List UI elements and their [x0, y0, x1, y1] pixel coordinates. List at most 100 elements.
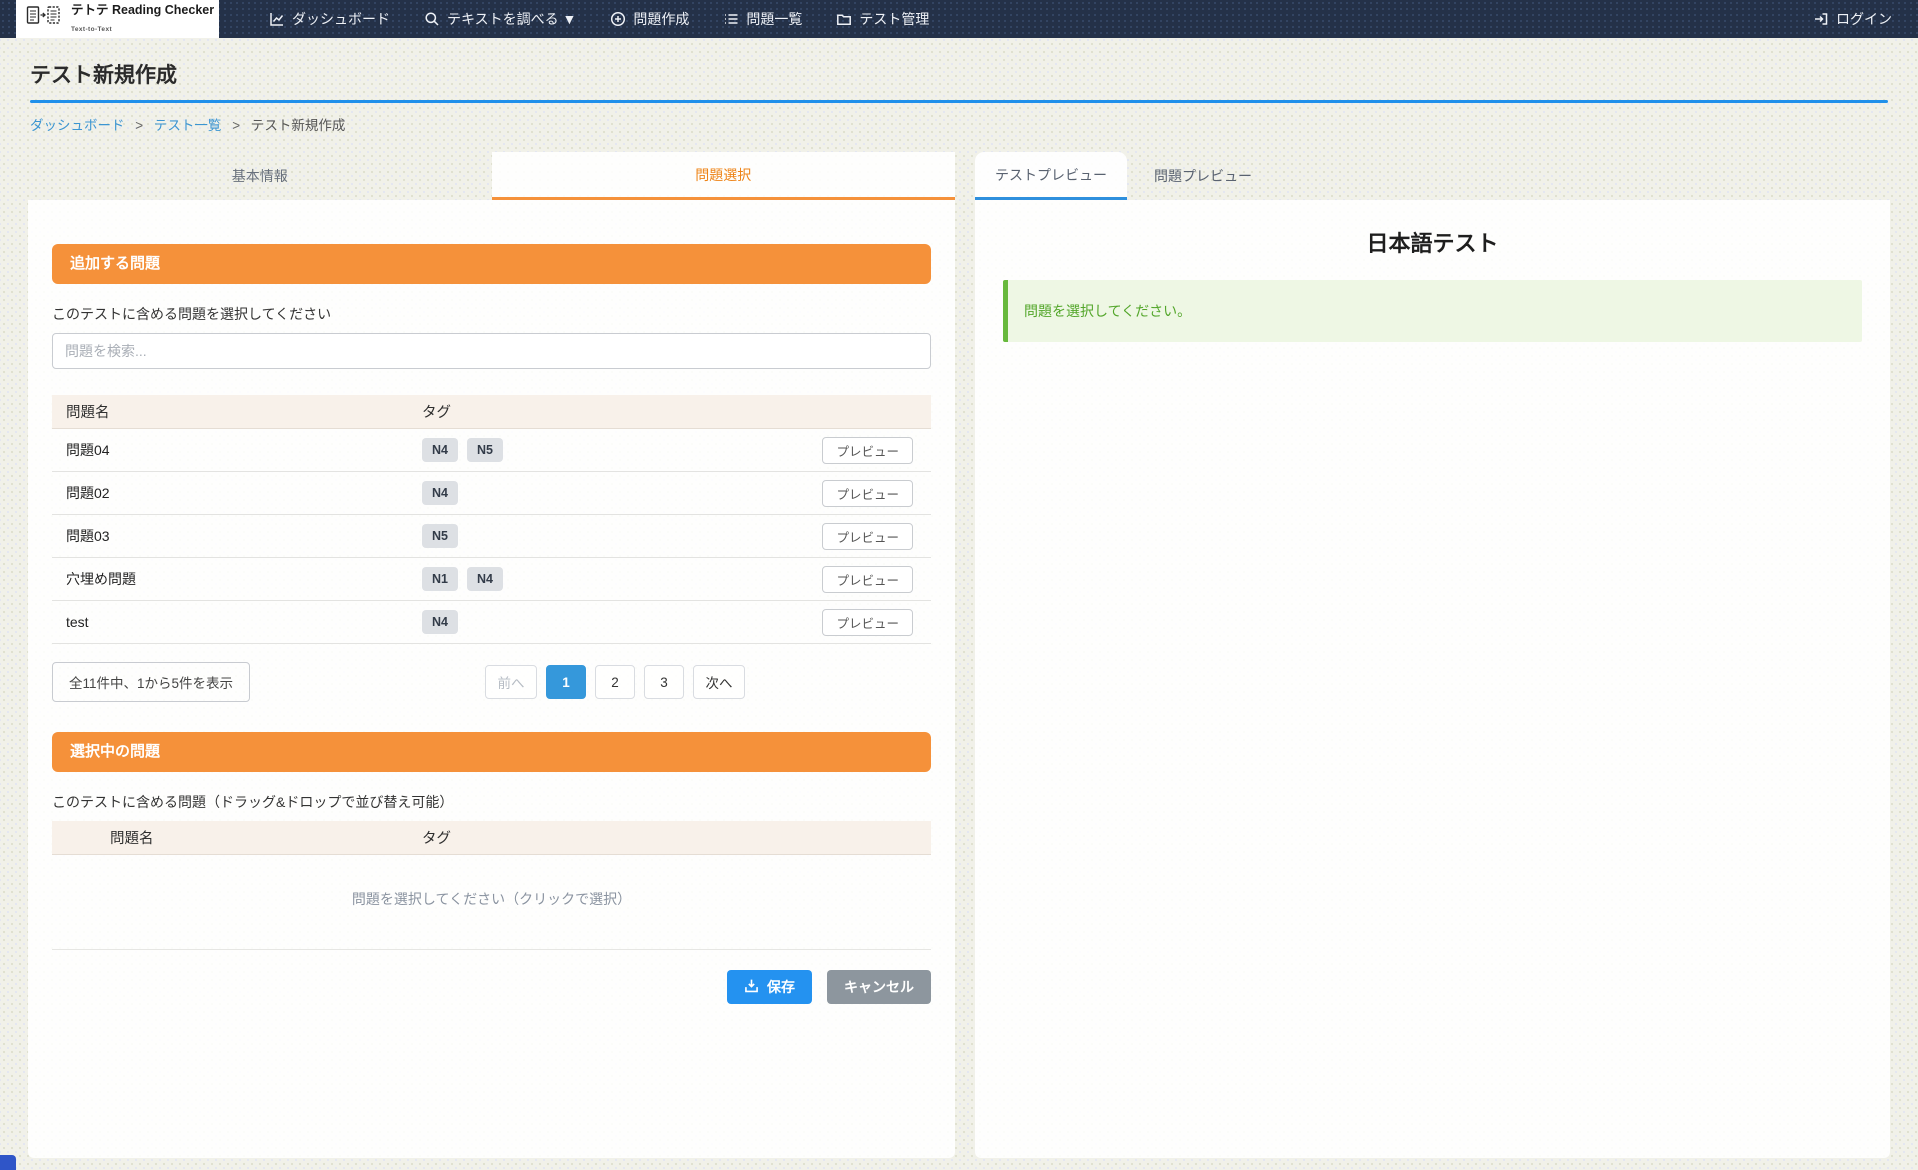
problem-tags: N1 N4 [422, 567, 822, 591]
breadcrumb-separator: > [232, 118, 240, 133]
nav-items: ダッシュボード テキストを調べる ▼ 問題作成 [269, 0, 929, 38]
nav-item-label: 問題作成 [633, 9, 689, 29]
navbar: テトテ Reading Checker Text-to-Text ダッシュボード [0, 0, 1918, 38]
selected-empty-message: 問題を選択してください（クリックで選択） [52, 855, 931, 949]
tag-badge: N4 [467, 567, 503, 591]
problem-table-body: 問題04N4N5プレビュー問題02N4プレビュー問題03N5プレビュー穴埋め問題… [52, 429, 931, 644]
problem-table-header: 問題名 タグ [52, 395, 931, 429]
folder-icon [836, 11, 852, 27]
content-columns: 基本情報 問題選択 追加する問題 このテストに含める問題を選択してください 問題… [0, 152, 1918, 1158]
add-problems-instruction: このテストに含める問題を選択してください [52, 304, 931, 324]
breadcrumb: ダッシュボード > テスト一覧 > テスト新規作成 [30, 114, 1888, 134]
form-actions: 保存 キャンセル [52, 970, 931, 1004]
nav-item-label: テキストを調べる ▼ [447, 9, 576, 29]
problem-tags: N4 [422, 481, 822, 505]
problem-tags: N4 [422, 610, 822, 634]
table-row[interactable]: 穴埋め問題N1 N4 プレビュー [52, 558, 931, 601]
save-label: 保存 [767, 977, 795, 997]
pagination-prev-button[interactable]: 前へ [485, 665, 537, 699]
nav-item-dashboard[interactable]: ダッシュボード [269, 9, 390, 29]
cancel-button[interactable]: キャンセル [827, 970, 931, 1004]
save-button[interactable]: 保存 [727, 970, 812, 1004]
preview-tabs: テストプレビュー 問題プレビュー [975, 152, 1890, 200]
test-editor-panel: 基本情報 問題選択 追加する問題 このテストに含める問題を選択してください 問題… [28, 152, 955, 1158]
chart-icon [269, 11, 285, 27]
test-preview-card: 日本語テスト 問題を選択してください。 [975, 200, 1890, 1158]
column-header-name: 問題名 [52, 401, 422, 422]
page-title: テスト新規作成 [30, 59, 1888, 89]
problem-name: 問題03 [52, 526, 422, 546]
tag-badge: N5 [467, 438, 503, 462]
preview-panel: テストプレビュー 問題プレビュー 日本語テスト 問題を選択してください。 [975, 152, 1890, 1158]
pagination: 全11件中、1から5件を表示 前へ 1 2 3 次へ [52, 662, 931, 702]
column-header-tags: タグ [422, 827, 931, 848]
problem-select-card: 追加する問題 このテストに含める問題を選択してください 問題名 タグ 問題04N… [28, 200, 955, 1158]
pagination-info: 全11件中、1から5件を表示 [52, 662, 250, 702]
breadcrumb-current: テスト新規作成 [251, 118, 346, 133]
tab-basic-info[interactable]: 基本情報 [28, 152, 492, 200]
logo-title: テトテ Reading Checker [71, 3, 214, 17]
table-row[interactable]: 問題03N5 プレビュー [52, 515, 931, 558]
problem-name: 穴埋め問題 [52, 569, 422, 589]
nav-item-search-text[interactable]: テキストを調べる ▼ [424, 9, 576, 29]
login-label: ログイン [1836, 9, 1892, 29]
tag-badge: N4 [422, 481, 458, 505]
tag-badge: N1 [422, 567, 458, 591]
problem-tags: N5 [422, 524, 822, 548]
tag-badge: N4 [422, 610, 458, 634]
problem-search-input[interactable] [52, 333, 931, 369]
login-button[interactable]: ログイン [1813, 0, 1892, 38]
logo[interactable]: テトテ Reading Checker Text-to-Text [16, 0, 219, 38]
preview-test-title: 日本語テスト [1003, 226, 1862, 258]
selected-problems-instruction: このテストに含める問題（ドラッグ&ドロップで並び替え可能） [52, 792, 931, 812]
search-icon [424, 11, 440, 27]
nav-item-test-management[interactable]: テスト管理 [836, 9, 929, 29]
logo-subtitle: Text-to-Text [71, 26, 112, 33]
problem-table: 問題名 タグ 問題04N4N5プレビュー問題02N4プレビュー問題03N5プレビ… [52, 395, 931, 644]
pagination-page-2[interactable]: 2 [595, 665, 635, 699]
corner-widget[interactable] [0, 1155, 16, 1170]
tag-badge: N5 [422, 524, 458, 548]
pagination-page-3[interactable]: 3 [644, 665, 684, 699]
breadcrumb-link-test-list[interactable]: テスト一覧 [154, 118, 222, 133]
logo-text: テトテ Reading Checker Text-to-Text [71, 2, 214, 36]
preview-button[interactable]: プレビュー [822, 566, 913, 593]
editor-tabs: 基本情報 問題選択 [28, 152, 955, 200]
preview-button[interactable]: プレビュー [822, 523, 913, 550]
tag-badge: N4 [422, 438, 458, 462]
nav-item-create-problem[interactable]: 問題作成 [610, 9, 689, 29]
preview-button[interactable]: プレビュー [822, 609, 913, 636]
breadcrumb-link-dashboard[interactable]: ダッシュボード [30, 118, 125, 133]
login-icon [1813, 11, 1829, 27]
tab-test-preview[interactable]: テストプレビュー [975, 152, 1127, 200]
nav-item-label: テスト管理 [859, 9, 929, 29]
actions-divider [52, 949, 931, 950]
list-icon [723, 11, 739, 27]
preview-button[interactable]: プレビュー [822, 437, 913, 464]
save-icon [744, 978, 759, 996]
title-divider [30, 100, 1888, 103]
preview-button[interactable]: プレビュー [822, 480, 913, 507]
preview-alert: 問題を選択してください。 [1003, 280, 1862, 342]
problem-name: 問題02 [52, 483, 422, 503]
logo-doc-arrow-icon [26, 5, 64, 34]
tab-problem-select[interactable]: 問題選択 [492, 152, 956, 200]
add-problems-header: 追加する問題 [52, 244, 931, 284]
column-header-name: 問題名 [52, 827, 422, 848]
pagination-pages: 前へ 1 2 3 次へ [485, 665, 745, 699]
app-window: テトテ Reading Checker Text-to-Text ダッシュボード [0, 0, 1918, 1170]
tab-problem-preview[interactable]: 問題プレビュー [1127, 152, 1279, 200]
problem-name: 問題04 [52, 440, 422, 460]
table-row[interactable]: testN4プレビュー [52, 601, 931, 644]
column-header-tags: タグ [422, 401, 931, 422]
pagination-next-button[interactable]: 次へ [693, 665, 745, 699]
selected-problems-header: 選択中の問題 [52, 732, 931, 772]
nav-item-label: 問題一覧 [746, 9, 802, 29]
nav-item-problem-list[interactable]: 問題一覧 [723, 9, 802, 29]
problem-tags: N4 N5 [422, 438, 822, 462]
table-row[interactable]: 問題04N4 N5 プレビュー [52, 429, 931, 472]
selected-table-header: 問題名 タグ [52, 821, 931, 855]
pagination-page-1[interactable]: 1 [546, 665, 586, 699]
table-row[interactable]: 問題02N4 プレビュー [52, 472, 931, 515]
plus-circle-icon [610, 11, 626, 27]
